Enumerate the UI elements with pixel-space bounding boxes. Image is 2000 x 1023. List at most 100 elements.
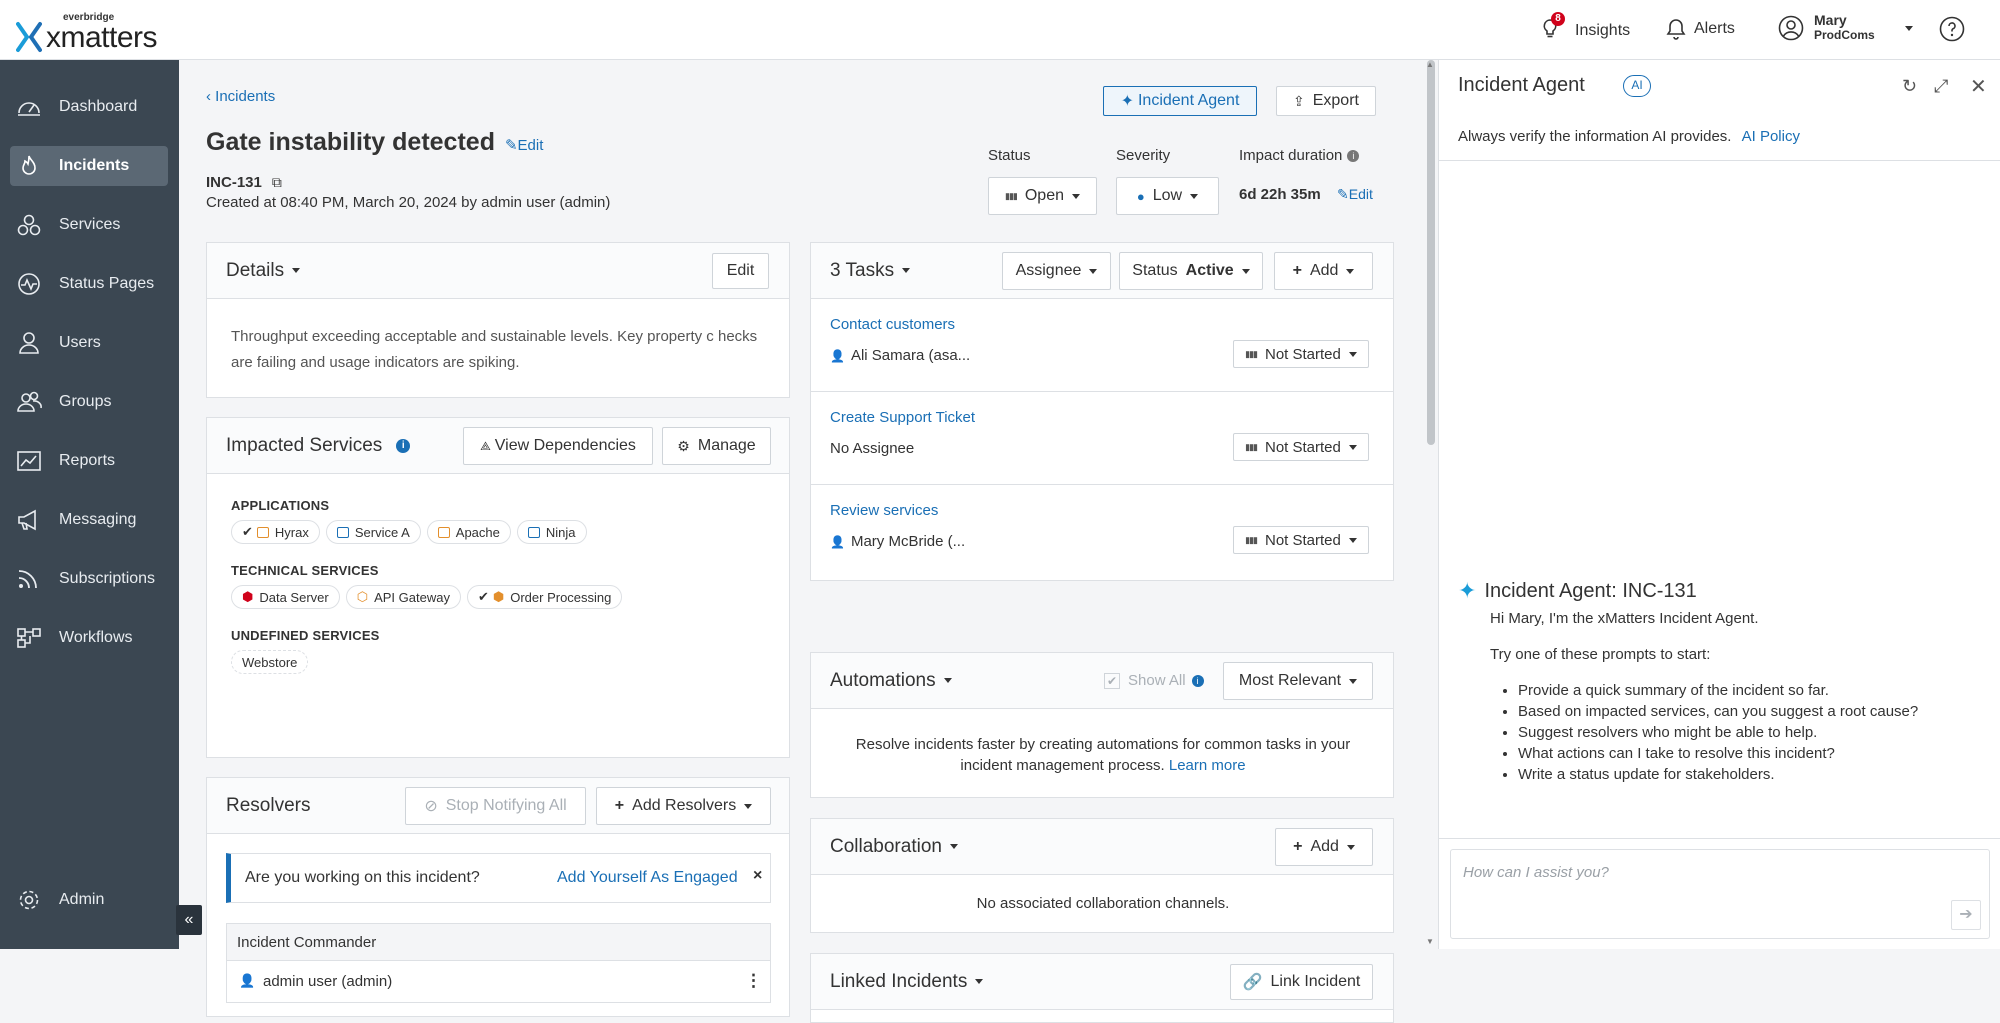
sidebar-item-users[interactable]: Users [10,323,168,363]
incidents-icon [22,155,36,175]
task-status-select[interactable]: ▮▮▮ Not Started [1233,340,1369,368]
help-icon[interactable] [1939,16,1965,42]
impact-edit-button[interactable]: ✎Edit [1337,186,1373,203]
info-icon[interactable]: i [1191,674,1204,687]
manage-button[interactable]: ⚙ Manage [662,427,771,465]
sidebar-item-admin[interactable]: Admin [10,880,168,920]
caret-icon [1348,444,1357,450]
view-dependencies-button[interactable]: ⟁ View Dependencies [463,427,653,465]
app-icon [527,526,540,538]
task-title-link[interactable]: Contact customers [830,316,955,333]
user-menu[interactable]: Mary ProdComs [1778,13,1913,43]
status-bars-icon: ▮▮▮ [1245,348,1258,359]
tasks-toggle[interactable]: 3 Tasks [830,260,911,282]
main-scrollbar-thumb[interactable] [1427,60,1435,445]
resolvers-title: Resolvers [226,795,311,816]
agent-input[interactable]: How can I assist you? ➔ [1450,849,1990,939]
ai-policy-link[interactable]: AI Policy [1742,128,1800,145]
check-icon: ✔ [242,524,253,539]
chevron-down-icon [949,844,958,850]
alerts-button[interactable]: Alerts [1666,18,1735,40]
status-bars-icon: ▮▮▮ [1245,534,1258,545]
sidebar-item-label: Workflows [59,629,133,646]
service-chip[interactable]: ⬢ Data Server [231,585,340,609]
expand-icon[interactable]: ⤢ [1934,76,1948,97]
task-status-select[interactable]: ▮▮▮ Not Started [1233,433,1369,461]
insights-button[interactable]: 8 Insights [1541,12,1631,43]
sidebar-item-groups[interactable]: Groups [10,382,168,422]
brand-small: everbridge [63,12,115,23]
scroll-up-icon[interactable]: ▲ [1426,60,1434,69]
service-chip[interactable]: Webstore [231,650,309,674]
insights-icon: 8 [1541,12,1567,43]
learn-more-link[interactable]: Learn more [1169,757,1246,774]
more-options-icon[interactable]: ⋮ [745,971,762,991]
refresh-icon[interactable]: ↻ [1902,76,1917,97]
details-toggle[interactable]: Details [226,260,301,282]
agent-prompt[interactable]: Write a status update for stakeholders. [1518,764,1918,785]
link-incident-button[interactable]: 🔗 Link Incident [1230,964,1373,1000]
task-title-link[interactable]: Review services [830,502,938,519]
add-resolvers-button[interactable]: + Add Resolvers [596,787,771,825]
service-chip[interactable]: ⬡ API Gateway [345,585,461,609]
add-yourself-link[interactable]: Add Yourself As Engaged [557,869,738,887]
agent-prompt[interactable]: Based on impacted services, can you sugg… [1518,701,1918,722]
link-icon: 🔗 [1242,974,1263,991]
sidebar-item-reports[interactable]: Reports [10,441,168,481]
incident-agent-button[interactable]: ✦ Incident Agent [1103,86,1257,116]
severity-select[interactable]: ● Low [1116,177,1219,215]
send-icon[interactable]: ➔ [1951,900,1981,930]
status-filter[interactable]: Status Active [1119,252,1263,290]
copy-icon[interactable]: ⧉ [272,174,282,191]
commander-row: 👤 admin user (admin) ⋮ [226,961,771,1003]
sidebar-item-status-pages[interactable]: Status Pages [10,264,168,304]
add-collaboration-button[interactable]: + Add [1275,828,1373,866]
dependencies-icon: ⟁ [480,438,491,453]
info-icon[interactable]: i [396,439,411,453]
agent-prompt[interactable]: Suggest resolvers who might be able to h… [1518,722,1918,743]
service-chip[interactable]: Ninja [516,520,587,544]
export-button[interactable]: ⇪ Export [1276,86,1376,116]
task-title-link[interactable]: Create Support Ticket [830,409,975,426]
sidebar-item-messaging[interactable]: Messaging [10,500,168,540]
sidebar-item-workflows[interactable]: Workflows [10,618,168,658]
status-bars-icon: ▮▮▮ [1005,190,1018,201]
stop-notifying-button[interactable]: ⊘ Stop Notifying All [405,787,586,825]
edit-title-button[interactable]: ✎Edit [505,136,543,154]
automations-toggle[interactable]: Automations [830,670,952,692]
plus-icon: + [1292,262,1302,279]
sidebar-item-subscriptions[interactable]: Subscriptions [10,559,168,599]
close-icon[interactable]: ✕ [1970,74,1987,99]
brand-name: xmatters [46,21,158,54]
scroll-down-icon[interactable]: ▼ [1426,937,1434,946]
assignee-filter[interactable]: Assignee [1002,252,1111,290]
service-chip[interactable]: ✔ ⬢ Order Processing [466,585,623,609]
hexagon-icon: ⬢ [492,589,505,604]
sidebar-item-dashboard[interactable]: Dashboard [10,87,168,127]
insights-label: Insights [1575,21,1631,39]
service-chip[interactable]: Service A [325,520,421,544]
task-status-select[interactable]: ▮▮▮ Not Started [1233,526,1369,554]
collaboration-toggle[interactable]: Collaboration [830,836,958,858]
service-chip[interactable]: ✔ Hyrax [231,520,320,544]
add-task-button[interactable]: + Add [1274,252,1373,290]
info-icon[interactable]: i [1347,149,1360,162]
status-select[interactable]: ▮▮▮ Open [988,177,1097,215]
technical-services-list: ⬢ Data Server ⬡ API Gateway ✔ ⬢ Order Proces… [231,585,628,609]
hexagon-icon: ⬡ [356,589,369,604]
show-all-toggle[interactable]: ✔ Show All i [1104,672,1204,689]
close-icon[interactable]: × [753,867,762,885]
xmatters-logo[interactable]: everbridge xmatters [16,12,158,54]
sidebar-item-services[interactable]: Services [10,205,168,245]
agent-prompt[interactable]: Provide a quick summary of the incident … [1518,680,1918,701]
breadcrumb[interactable]: ‹ Incidents [206,88,275,105]
details-edit-button[interactable]: Edit [712,253,769,289]
sidebar-item-incidents[interactable]: Incidents [10,146,168,186]
sort-select[interactable]: Most Relevant [1223,662,1373,700]
service-chip[interactable]: Apache [426,520,511,544]
agent-prompt[interactable]: What actions can I take to resolve this … [1518,743,1918,764]
linked-incidents-toggle[interactable]: Linked Incidents [830,971,984,993]
caret-icon [1072,193,1080,199]
pencil-icon: ✎ [1337,186,1349,202]
ai-notice: Always verify the information AI provide… [1458,128,1800,145]
